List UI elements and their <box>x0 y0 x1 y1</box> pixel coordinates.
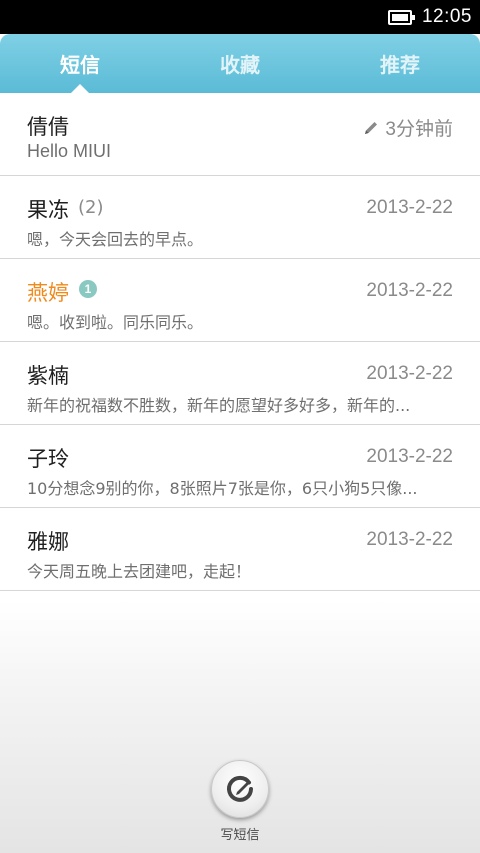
conversation-item-yanting[interactable]: 燕婷 1 2013-2-22 嗯。收到啦。同乐同乐。 <box>0 259 480 342</box>
conversation-item-ziling[interactable]: 子玲 2013-2-22 10分想念9别的你，8张照片7张是你，6只小狗5只像.… <box>0 425 480 508</box>
compose-label: 写短信 <box>220 828 260 843</box>
contact-name: 果冻 <box>27 198 69 222</box>
contact-name: 紫楠 <box>27 364 69 388</box>
conversation-time: 2013-2-22 <box>366 197 453 218</box>
tab-recommend[interactable]: 推荐 <box>320 34 480 93</box>
conversation-time: 2013-2-22 <box>366 280 453 301</box>
compose-area: 写短信 <box>0 760 480 843</box>
message-count: (2) <box>78 197 104 218</box>
message-preview: 10分想念9别的你，8张照片7张是你，6只小狗5只像... <box>27 479 418 498</box>
compose-icon <box>227 775 253 802</box>
message-preview: Hello MIUI <box>27 141 112 161</box>
pencil-icon <box>365 121 378 134</box>
battery-icon <box>387 9 415 25</box>
message-preview: 嗯，今天会回去的早点。 <box>27 230 204 249</box>
conversation-item-qianqian[interactable]: 倩倩 3分钟前 Hello MIUI <box>0 93 480 176</box>
draft-time-text: 3分钟前 <box>385 119 453 140</box>
conversation-time: 2013-2-22 <box>366 363 453 384</box>
conversation-item-guodong[interactable]: 果冻 (2) 2013-2-22 嗯，今天会回去的早点。 <box>0 176 480 259</box>
sms-screen: 12:05 短信 收藏 推荐 倩倩 3分钟前 Hello MIUI 果冻 (2)… <box>0 0 480 853</box>
conversation-item-yana[interactable]: 雅娜 2013-2-22 今天周五晚上去团建吧，走起！ <box>0 508 480 591</box>
status-right: 12:05 <box>387 0 472 34</box>
message-preview: 嗯。收到啦。同乐同乐。 <box>27 313 204 332</box>
message-preview: 新年的祝福数不胜数，新年的愿望好多好多，新年的... <box>27 396 411 415</box>
tab-bar: 短信 收藏 推荐 <box>0 34 480 93</box>
tab-favorites[interactable]: 收藏 <box>160 34 320 93</box>
tab-sms[interactable]: 短信 <box>0 34 160 93</box>
compose-button[interactable] <box>211 760 269 818</box>
conversation-time: 3分钟前 <box>363 114 453 141</box>
conversation-time: 2013-2-22 <box>366 529 453 550</box>
message-preview: 今天周五晚上去团建吧，走起！ <box>27 562 252 581</box>
status-bar: 12:05 <box>0 0 480 34</box>
conversation-time: 2013-2-22 <box>366 446 453 467</box>
contact-name: 倩倩 <box>27 115 69 139</box>
unread-badge: 1 <box>79 280 97 298</box>
status-clock: 12:05 <box>421 6 472 27</box>
contact-name: 雅娜 <box>27 530 69 554</box>
conversation-item-zinan[interactable]: 紫楠 2013-2-22 新年的祝福数不胜数，新年的愿望好多好多，新年的... <box>0 342 480 425</box>
contact-name: 子玲 <box>27 447 69 471</box>
conversation-list: 倩倩 3分钟前 Hello MIUI 果冻 (2) 2013-2-22 嗯，今天… <box>0 93 480 591</box>
contact-name: 燕婷 <box>27 281 69 305</box>
